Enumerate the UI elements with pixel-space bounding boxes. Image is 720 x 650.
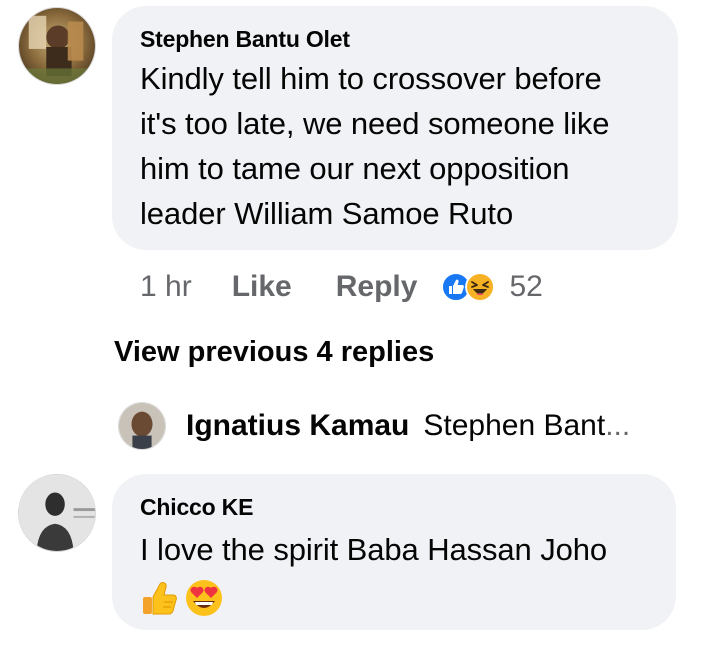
comment-bubble: Stephen Bantu Olet Kindly tell him to cr… [112, 6, 678, 250]
like-button[interactable]: Like [232, 270, 292, 304]
heart-eyes-emoji [186, 580, 222, 616]
reply-preview-snippet: Stephen Bant [423, 409, 606, 442]
reply-button[interactable]: Reply [336, 270, 418, 304]
avatar[interactable] [18, 7, 96, 85]
comment-timestamp[interactable]: 1 hr [140, 270, 192, 304]
reactions-summary[interactable]: 52 [441, 270, 543, 304]
comment-actions: 1 hr Like Reply 52 [140, 267, 543, 307]
profile-photo-icon [19, 475, 95, 551]
comment-author[interactable]: Chicco KE [140, 494, 648, 521]
reply-preview[interactable]: Ignatius Kamau Stephen Bant... [118, 402, 630, 450]
reply-author[interactable]: Ignatius Kamau [186, 409, 409, 443]
profile-photo-icon [19, 8, 95, 84]
reply-preview-text: Stephen Bant... [423, 409, 630, 443]
comment-bubble: Chicco KE I love the spirit Baba Hassan … [112, 474, 676, 630]
view-previous-replies-link[interactable]: View previous 4 replies [114, 336, 434, 369]
avatar[interactable] [118, 402, 166, 450]
comment-thread: Stephen Bantu Olet Kindly tell him to cr… [0, 0, 720, 650]
thumbs-up-emoji [143, 582, 177, 615]
truncation-ellipsis: ... [605, 409, 631, 442]
avatar[interactable] [18, 474, 96, 552]
comment-text: I love the spirit Baba Hassan Joho [140, 532, 608, 567]
comment-text: Kindly tell him to crossover before it's… [140, 61, 610, 231]
haha-reaction-icon [465, 272, 496, 302]
emoji-row [140, 578, 648, 618]
reaction-count: 52 [509, 270, 543, 303]
profile-photo-icon [119, 403, 165, 449]
comment-author[interactable]: Stephen Bantu Olet [140, 26, 650, 53]
